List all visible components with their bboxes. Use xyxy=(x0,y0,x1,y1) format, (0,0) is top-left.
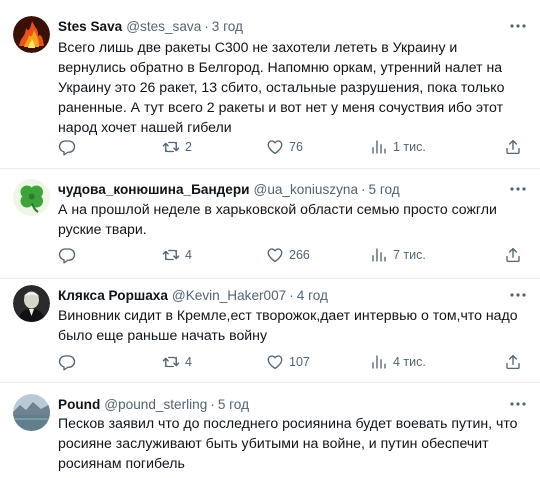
heart-icon xyxy=(267,140,283,155)
retweet-button[interactable]: 4 xyxy=(162,351,192,373)
tweet-header: Pound @pound_sterling · 5 год xyxy=(58,394,540,414)
author-handle[interactable]: @ua_koniuszyna xyxy=(254,182,359,197)
more-dots-icon[interactable] xyxy=(509,396,527,412)
avatar[interactable] xyxy=(13,394,50,431)
retweet-count: 4 xyxy=(185,248,192,262)
author-name[interactable]: Stes Sava xyxy=(58,19,122,34)
like-button[interactable]: 107 xyxy=(266,351,310,373)
share-button[interactable] xyxy=(504,244,522,266)
tweet-text: Виновник сидит в Кремле,ест творожок,дае… xyxy=(58,307,522,343)
views-chart-icon xyxy=(372,140,386,154)
tweet-header: Клякса Роршаха @Kevin_Haker007 · 4 год xyxy=(58,285,540,305)
retweet-button[interactable]: 4 xyxy=(162,244,192,266)
tweet-text: Песков заявил что до последнего росиянин… xyxy=(58,415,522,471)
author-handle[interactable]: @Kevin_Haker007 xyxy=(172,288,286,303)
views-chart-icon xyxy=(372,355,386,369)
views-chart-icon xyxy=(372,248,386,262)
author-name[interactable]: чудова_конюшина_Бандери xyxy=(58,182,250,197)
author-handle[interactable]: @stes_sava xyxy=(126,19,201,34)
retweet-icon xyxy=(162,249,180,261)
more-dots-icon[interactable] xyxy=(509,18,527,34)
reply-button[interactable] xyxy=(58,351,76,373)
avatar[interactable] xyxy=(13,285,50,322)
comment-icon xyxy=(58,140,76,156)
author-name[interactable]: Клякса Роршаха xyxy=(58,288,168,303)
tweet-header: Stes Sava @stes_sava · 3 год xyxy=(58,16,540,36)
author-handle[interactable]: @pound_sterling xyxy=(104,397,207,412)
views-button[interactable]: 4 тис. xyxy=(370,351,426,373)
share-button[interactable] xyxy=(504,136,522,158)
timestamp[interactable]: 5 год xyxy=(218,397,249,412)
retweet-icon xyxy=(162,356,180,368)
reply-feed: Stes Sava @stes_sava · 3 год Всего лишь … xyxy=(0,0,540,478)
reply-button[interactable] xyxy=(58,136,76,158)
separator-dot: · xyxy=(204,18,209,34)
heart-icon xyxy=(267,248,283,263)
timestamp[interactable]: 3 год xyxy=(212,19,243,34)
share-icon xyxy=(506,354,520,370)
reply-tweet[interactable]: Stes Sava @stes_sava · 3 год Всего лишь … xyxy=(0,0,540,169)
like-count: 266 xyxy=(289,248,310,262)
share-icon xyxy=(506,139,520,155)
separator-dot: · xyxy=(361,181,366,197)
views-button[interactable]: 7 тис. xyxy=(370,244,426,266)
views-count: 4 тис. xyxy=(393,355,426,369)
reply-button[interactable] xyxy=(58,244,76,266)
avatar[interactable] xyxy=(13,179,50,216)
share-button[interactable] xyxy=(504,351,522,373)
reply-tweet[interactable]: Клякса Роршаха @Kevin_Haker007 · 4 год В… xyxy=(0,279,540,383)
tweet-text: Всего лишь две ракеты С300 не захотели л… xyxy=(58,39,509,135)
tweet-text: А на прошлой неделе в харьковской област… xyxy=(58,201,501,237)
tweet-header: чудова_конюшина_Бандери @ua_koniuszyna ·… xyxy=(58,179,540,199)
separator-dot: · xyxy=(210,396,215,412)
author-name[interactable]: Pound xyxy=(58,397,100,412)
comment-icon xyxy=(58,248,76,264)
timestamp[interactable]: 4 год xyxy=(297,288,328,303)
reply-tweet[interactable]: Pound @pound_sterling · 5 год Песков зая… xyxy=(0,383,540,478)
views-count: 1 тис. xyxy=(393,140,426,154)
heart-icon xyxy=(267,355,283,370)
share-icon xyxy=(506,247,520,263)
avatar[interactable] xyxy=(13,16,50,53)
more-dots-icon[interactable] xyxy=(509,287,527,303)
action-bar: 4 266 7 тис. xyxy=(58,244,528,266)
views-button[interactable]: 1 тис. xyxy=(370,136,426,158)
retweet-count: 4 xyxy=(185,355,192,369)
retweet-icon xyxy=(162,141,180,153)
retweet-button[interactable]: 2 xyxy=(162,136,192,158)
separator-dot: · xyxy=(289,287,294,303)
like-count: 107 xyxy=(289,355,310,369)
action-bar: 4 107 4 тис. xyxy=(58,351,528,373)
like-button[interactable]: 76 xyxy=(266,136,303,158)
reply-tweet[interactable]: чудова_конюшина_Бандери @ua_koniuszyna ·… xyxy=(0,169,540,279)
more-dots-icon[interactable] xyxy=(509,181,527,197)
views-count: 7 тис. xyxy=(393,248,426,262)
timestamp[interactable]: 5 год xyxy=(369,182,400,197)
like-button[interactable]: 266 xyxy=(266,244,310,266)
retweet-count: 2 xyxy=(185,140,192,154)
action-bar: 2 76 1 тис. xyxy=(58,136,528,158)
comment-icon xyxy=(58,355,76,371)
like-count: 76 xyxy=(289,140,303,154)
